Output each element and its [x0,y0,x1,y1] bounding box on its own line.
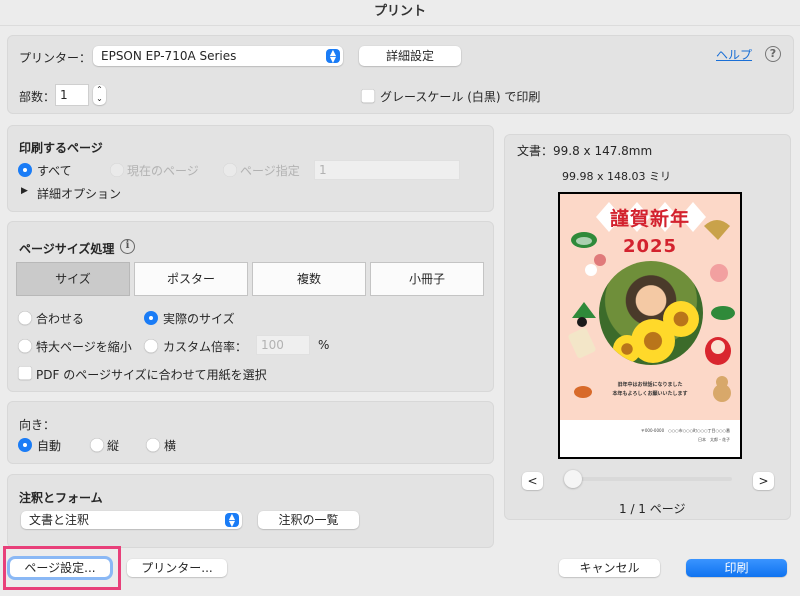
chevron-updown-icon: ▲ ▼ [225,513,239,528]
page-preview: 謹賀新年 2025 旧年中はお世話になりました 本年もよろしくお願いいたします … [558,192,742,459]
printer-button[interactable]: プリンター... [127,559,227,577]
info-icon[interactable]: i [120,239,135,254]
help-icon[interactable]: ? [765,46,781,62]
fit-radio[interactable] [18,311,32,325]
shrink-oversized-label: 特大ページを縮小 [36,340,132,354]
orientation-panel [7,401,494,464]
window-title: プリント [0,0,800,26]
pages-all-label: すべて [37,164,72,178]
hagoita-icon [568,317,596,359]
address-line-2: 日本 太郎・花子 [698,437,730,442]
stepper-down-icon[interactable]: ⌄ [96,94,103,103]
pages-heading: 印刷するページ [19,141,103,155]
printer-select[interactable]: EPSON EP-710A Series ▲ ▼ [93,46,343,66]
pdf-paper-label: PDF のページサイズに合わせて用紙を選択 [36,368,267,382]
tab-multiple[interactable]: 複数 [252,262,366,296]
page-sizing-heading: ページサイズ処理 [19,242,115,256]
actual-size-radio[interactable] [144,311,158,325]
message-line-1: 旧年中はお世話になりました [617,382,683,388]
printer-label: プリンター： [19,51,92,65]
custom-scale-label: カスタム倍率： [163,340,248,354]
flower-icon [710,264,728,282]
printer-select-value: EPSON EP-710A Series [101,49,237,63]
page-slider-knob[interactable] [564,470,582,488]
pine-icon [571,232,597,248]
shrink-oversized-radio[interactable] [18,339,32,353]
grayscale-checkbox[interactable] [361,89,375,103]
stepper-up-icon[interactable]: ⌃ [96,85,103,94]
fit-label: 合わせる [36,312,85,326]
tab-poster[interactable]: ポスター [134,262,248,296]
page-setup-button[interactable]: ページ設定... [10,559,110,577]
pages-current-label: 現在のページ [127,164,199,178]
tab-size[interactable]: サイズ [16,262,130,296]
plum-flower-icon [585,254,606,276]
pdf-paper-checkbox[interactable] [18,366,32,380]
sunflower [663,301,699,337]
paper-size-label: 99.98 x 148.03 ミリ [562,170,671,183]
pages-range-label: ページ指定 [240,164,300,178]
grayscale-label: グレースケール (白黒) で印刷 [380,90,541,104]
actual-size-label: 実際のサイズ [163,312,235,326]
page-indicator: 1 / 1 ページ [619,502,686,516]
pages-all-radio[interactable] [18,163,32,177]
orientation-auto-radio[interactable] [18,438,32,452]
message-line-2: 本年もよろしくお願いいたします [612,391,688,397]
orientation-landscape-label: 横 [164,439,177,453]
orientation-portrait-label: 縦 [107,439,120,453]
address-line-1: 〒000-0000 ○○○市○○○町○○○丁目○○○番 [640,428,730,433]
orientation-auto-label: 自動 [37,439,62,453]
copies-label: 部数： [19,90,56,104]
help-link[interactable]: ヘルプ [716,46,752,63]
orientation-heading: 向き： [19,418,56,432]
orientation-landscape-radio[interactable] [146,438,160,452]
annotations-heading: 注釈とフォーム [19,491,103,505]
pages-range-radio[interactable] [223,163,237,177]
chevron-updown-icon: ▲ ▼ [326,49,340,64]
copies-stepper[interactable]: ⌃ ⌄ [93,85,106,105]
print-button[interactable]: 印刷 [686,559,787,577]
next-page-button[interactable]: > [753,472,774,490]
annotations-select[interactable]: 文書と注釈 ▲ ▼ [21,511,242,529]
details-options-disclosure[interactable]: 詳細オプション [37,185,121,202]
page-slider-track[interactable] [564,477,732,481]
child-photo [599,261,703,365]
fan-icon [704,220,730,240]
sunflower [613,335,641,363]
custom-scale-radio[interactable] [144,339,158,353]
pages-range-input[interactable]: 1 [314,160,460,180]
annotations-list-button[interactable]: 注釈の一覧 [258,511,359,529]
pages-current-radio[interactable] [110,163,124,177]
percent-sign: % [318,338,330,352]
prev-page-button[interactable]: < [522,472,543,490]
copies-input[interactable]: 1 [55,84,89,106]
annotations-select-value: 文書と注釈 [29,513,90,527]
disclosure-triangle-icon[interactable]: ▶ [21,186,28,196]
orientation-portrait-radio[interactable] [90,438,104,452]
tab-booklet[interactable]: 小冊子 [370,262,484,296]
custom-scale-input[interactable]: 100 [256,335,310,355]
details-settings-button[interactable]: 詳細設定 [359,46,461,66]
document-size-label: 文書：99.8 x 147.8mm [517,144,653,158]
cancel-button[interactable]: キャンセル [559,559,660,577]
pine-icon-right [711,306,735,320]
daruma-icon [705,337,731,365]
